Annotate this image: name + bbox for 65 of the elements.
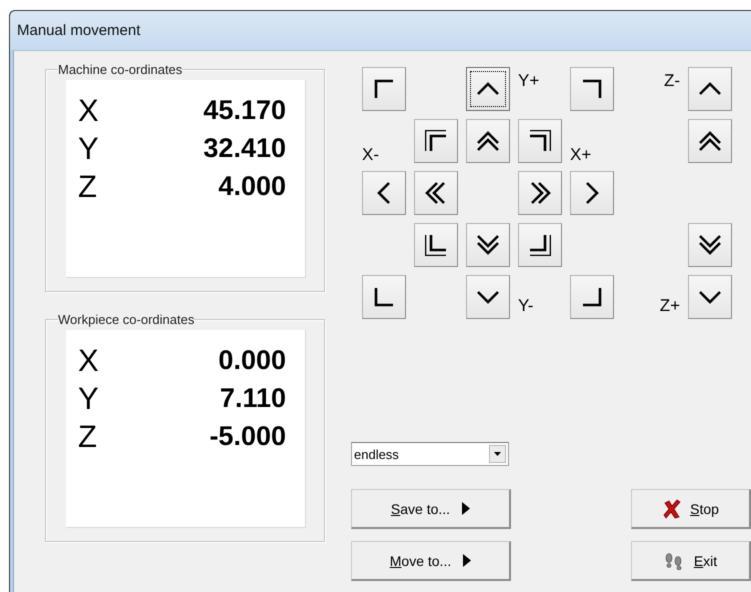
jog-button[interactable] [362,275,406,319]
double-corner-icon [529,130,551,152]
jog-button[interactable] [466,119,510,163]
jog-button[interactable] [414,223,458,267]
coordinate-value: 4.000 [218,172,286,200]
double-chevron-left-icon [425,182,447,204]
axis-direction-label: Z+ [660,296,680,314]
caret-right-icon [463,554,472,567]
group-title: Machine co-ordinates [58,62,182,77]
caret-down-icon [494,452,501,456]
dropdown-arrow-button[interactable] [489,445,506,463]
double-chevron-down-icon [477,234,499,256]
double-corner-icon [529,234,551,256]
group-title: Workpiece co-ordinates [58,312,194,327]
jog-button[interactable] [518,119,562,163]
jog-button[interactable] [688,275,732,319]
coordinate-value: 0.000 [218,346,286,374]
axis-label: Z [78,170,97,202]
jog-button[interactable] [688,119,732,163]
jog-button[interactable] [466,223,510,267]
axis-direction-label: Z- [664,72,680,89]
corner-icon [581,286,603,308]
jog-button[interactable] [570,275,614,319]
jog-button[interactable] [466,275,510,319]
corner-icon [373,286,395,308]
coordinate-value: 45.170 [203,96,286,124]
command-button[interactable]: Move to... [351,541,511,581]
axis-label: Y [78,382,99,414]
axis-label: Z [78,420,97,452]
command-button[interactable]: Stop [631,489,751,529]
command-button[interactable]: Save to... [351,489,511,529]
axis-direction-label: X+ [570,146,592,163]
axis-label: Y [78,132,99,164]
jog-button[interactable] [688,67,732,111]
corner-icon [373,78,395,100]
double-chevron-up-icon [477,130,499,152]
axis-label: X [78,94,99,126]
step-dropdown[interactable]: endless [351,442,509,466]
double-corner-icon [425,130,447,152]
double-chevron-right-icon [529,182,551,204]
caret-right-icon [462,502,470,515]
double-chevron-down-icon [699,234,721,256]
jog-button[interactable] [414,171,458,215]
axis-direction-label: Y- [518,296,534,314]
jog-button[interactable] [688,223,732,267]
coordinate-value: 32.410 [203,134,286,162]
jog-button[interactable] [466,67,510,111]
coordinate-value: -5.000 [209,422,286,450]
command-button[interactable]: Exit [631,541,751,581]
corner-icon [581,78,603,100]
axis-label: X [78,344,99,376]
jog-button[interactable] [518,171,562,215]
jog-button[interactable] [570,171,614,215]
axis-direction-label: X- [362,146,379,163]
jog-button[interactable] [414,119,458,163]
axis-direction-label: Y+ [518,72,540,89]
double-chevron-up-icon [699,130,721,152]
coordinate-value: 7.110 [220,384,286,412]
jog-button[interactable] [362,171,406,215]
window-title: Manual movement [17,22,140,39]
jog-button[interactable] [518,223,562,267]
jog-button[interactable] [570,67,614,111]
double-corner-icon [425,234,447,256]
jog-button[interactable] [362,67,406,111]
cross-icon [662,498,682,518]
